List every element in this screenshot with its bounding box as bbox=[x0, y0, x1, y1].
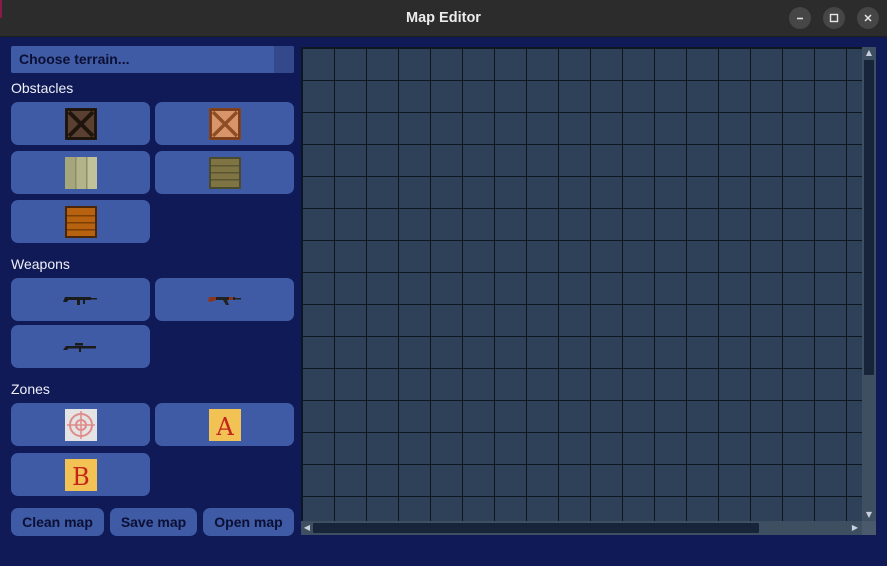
dark-crate-icon bbox=[64, 107, 97, 140]
minimize-icon bbox=[797, 17, 803, 20]
weapon-rifle-button[interactable] bbox=[11, 278, 150, 321]
light-crate-icon bbox=[208, 107, 241, 140]
wood-planks-icon bbox=[208, 156, 241, 189]
zone-b-button[interactable]: B bbox=[11, 453, 150, 496]
obstacles-heading: Obstacles bbox=[11, 80, 74, 96]
obstacle-light-crate-button[interactable] bbox=[155, 102, 294, 145]
open-map-button[interactable]: Open map bbox=[203, 508, 294, 536]
horizontal-scrollbar[interactable]: ◀ ▶ bbox=[301, 521, 862, 535]
save-map-button[interactable]: Save map bbox=[110, 508, 197, 536]
obstacle-wood-planks-button[interactable] bbox=[155, 151, 294, 194]
vertical-scrollbar[interactable]: ▲ ▼ bbox=[862, 47, 876, 521]
terrain-dropdown-button[interactable] bbox=[274, 46, 294, 73]
zone-a-button[interactable]: A bbox=[155, 403, 294, 446]
zone-b-letter: B bbox=[72, 463, 90, 491]
close-icon bbox=[864, 14, 872, 22]
vertical-scroll-thumb[interactable] bbox=[864, 60, 874, 375]
sniper-rifle-icon bbox=[62, 342, 96, 352]
map-grid[interactable] bbox=[301, 47, 862, 521]
wood-box-icon bbox=[64, 205, 97, 238]
weapons-heading: Weapons bbox=[11, 256, 70, 272]
zone-a-icon: A bbox=[208, 408, 241, 441]
ak-rifle-icon bbox=[207, 296, 241, 305]
close-button[interactable] bbox=[857, 7, 879, 29]
scroll-left-icon[interactable]: ◀ bbox=[302, 523, 312, 533]
weapon-ak-button[interactable] bbox=[155, 278, 294, 321]
terrain-select[interactable]: Choose terrain... bbox=[11, 46, 294, 73]
zone-b-icon: B bbox=[64, 458, 97, 491]
clean-map-button[interactable]: Clean map bbox=[11, 508, 104, 536]
minimize-button[interactable] bbox=[789, 7, 811, 29]
zones-heading: Zones bbox=[11, 381, 50, 397]
scroll-corner bbox=[862, 521, 876, 535]
zone-spawn-button[interactable] bbox=[11, 403, 150, 446]
obstacle-metal-panel-button[interactable] bbox=[11, 151, 150, 194]
maximize-icon bbox=[829, 13, 839, 23]
metal-panel-icon bbox=[64, 156, 97, 189]
scroll-right-icon[interactable]: ▶ bbox=[850, 523, 860, 533]
editor-panel: Choose terrain... Obstacles Weapons Zone… bbox=[0, 37, 887, 566]
window-title: Map Editor bbox=[406, 10, 481, 26]
zone-a-letter: A bbox=[215, 413, 234, 441]
target-zone-icon bbox=[64, 408, 97, 441]
scroll-down-icon[interactable]: ▼ bbox=[864, 510, 874, 520]
scroll-up-icon[interactable]: ▲ bbox=[864, 48, 874, 58]
maximize-button[interactable] bbox=[823, 7, 845, 29]
obstacle-dark-crate-button[interactable] bbox=[11, 102, 150, 145]
horizontal-scroll-thumb[interactable] bbox=[313, 523, 759, 533]
rifle-icon bbox=[62, 296, 97, 305]
title-bar: Map Editor bbox=[0, 0, 887, 37]
obstacle-wood-box-button[interactable] bbox=[11, 200, 150, 243]
weapon-sniper-button[interactable] bbox=[11, 325, 150, 368]
terrain-select-value: Choose terrain... bbox=[19, 51, 130, 67]
